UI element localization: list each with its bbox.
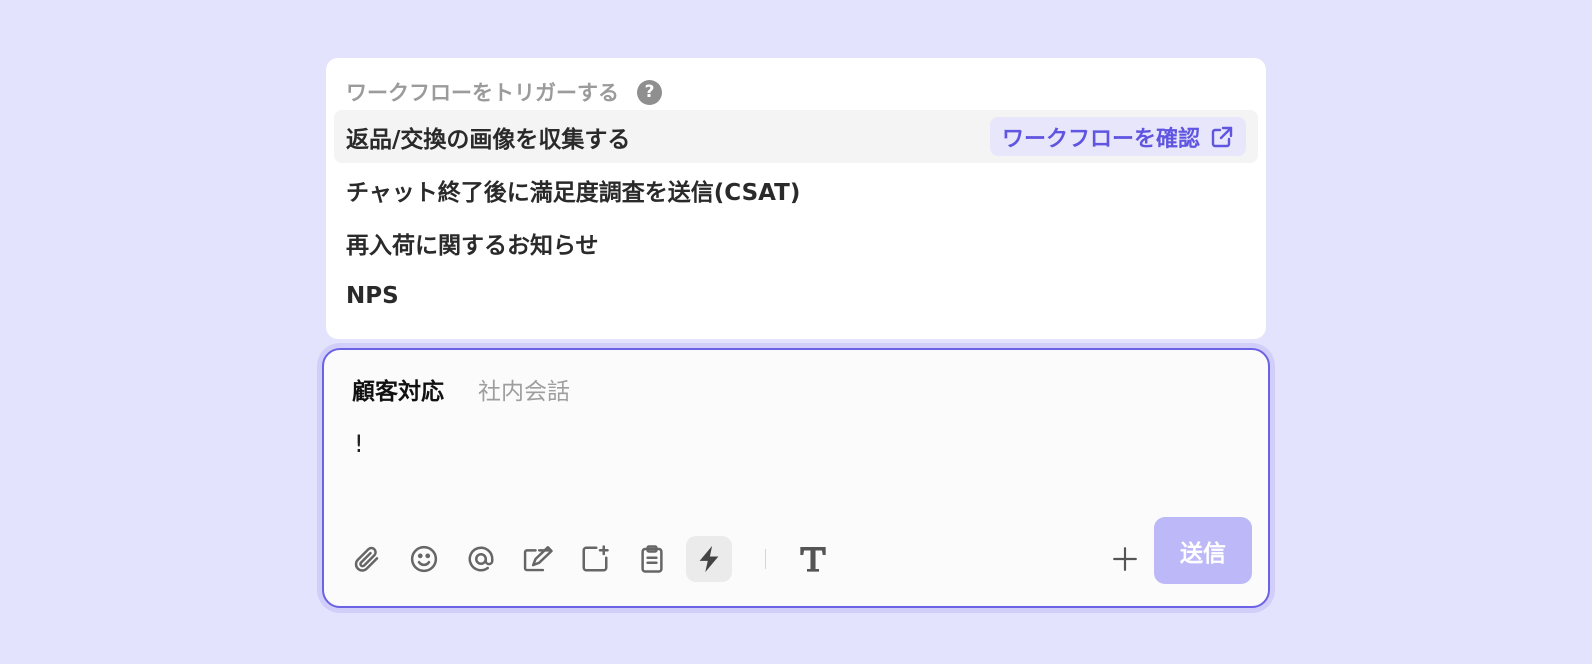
composer-tabs: 顧客対応 社内会話	[352, 372, 570, 406]
toolbar-divider	[765, 549, 766, 569]
message-input[interactable]: !	[354, 430, 364, 458]
plus-icon	[1113, 547, 1137, 571]
workflow-item-label: NPS	[346, 282, 399, 309]
clipboard-icon	[641, 545, 663, 573]
tab-customer-reply[interactable]: 顧客対応	[352, 372, 444, 406]
add-button[interactable]	[1102, 536, 1148, 582]
text-format-button[interactable]	[790, 536, 836, 582]
workflow-item-label: 再入荷に関するお知らせ	[346, 232, 599, 259]
mention-button[interactable]	[458, 536, 504, 582]
clipboard-button[interactable]	[629, 536, 675, 582]
workflow-item-csat[interactable]: チャット終了後に満足度調査を送信(CSAT)	[334, 163, 1258, 216]
lightning-icon	[699, 545, 719, 573]
workflow-item-collect-images[interactable]: 返品/交換の画像を収集する ワークフローを確認	[334, 110, 1258, 163]
edit-icon	[523, 546, 553, 572]
edit-button[interactable]	[515, 536, 561, 582]
workflow-item-restock[interactable]: 再入荷に関するお知らせ	[334, 216, 1258, 269]
emoji-button[interactable]	[401, 536, 447, 582]
add-note-button[interactable]	[572, 536, 618, 582]
help-icon[interactable]: ?	[637, 79, 662, 105]
text-format-icon	[800, 547, 826, 572]
menu-title: ワークフローをトリガーする	[346, 81, 619, 105]
workflow-item-nps[interactable]: NPS	[334, 269, 1258, 322]
view-workflow-button[interactable]: ワークフローを確認	[989, 117, 1246, 156]
message-composer: 顧客対応 社内会話 ! 送信	[322, 348, 1270, 608]
workflow-trigger-menu: ワークフローをトリガーする ? 返品/交換の画像を収集する ワークフローを確認 …	[326, 58, 1266, 339]
workflow-item-label: 返品/交換の画像を収集する	[346, 126, 631, 153]
composer-toolbar	[344, 536, 847, 582]
attach-button[interactable]	[344, 536, 390, 582]
tab-internal-note[interactable]: 社内会話	[478, 372, 570, 406]
workflow-item-label: チャット終了後に満足度調査を送信(CSAT)	[346, 179, 801, 206]
menu-header: ワークフローをトリガーする ?	[334, 75, 1258, 109]
external-link-icon	[1211, 126, 1233, 147]
add-note-icon	[582, 545, 609, 572]
send-button[interactable]: 送信	[1154, 517, 1252, 584]
paperclip-icon	[354, 546, 379, 572]
view-workflow-label: ワークフローを確認	[1001, 126, 1200, 152]
emoji-icon	[410, 545, 438, 573]
workflow-trigger-button[interactable]	[686, 536, 732, 582]
mention-icon	[468, 546, 494, 572]
